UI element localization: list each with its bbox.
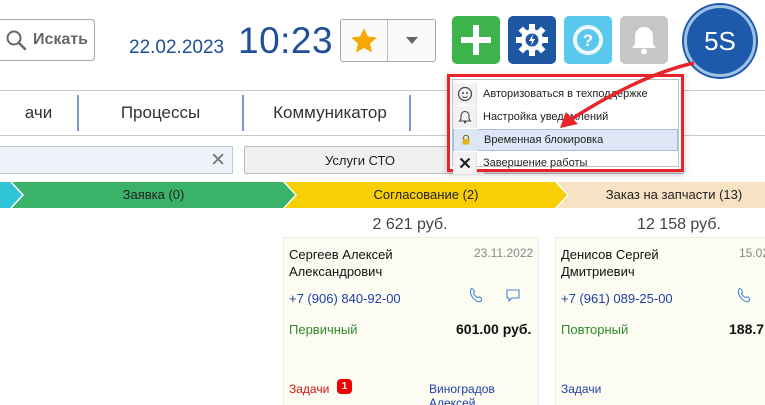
help-button[interactable]: ? — [564, 16, 612, 64]
close-icon — [453, 152, 477, 174]
menu-item-support-login[interactable]: Авторизоваться в техподдержке — [453, 83, 678, 105]
stage-amount: 12 158 руб. — [637, 216, 721, 233]
deal-card[interactable]: Денисов Сергей Дмитриевич 15.02 +7 (961)… — [555, 237, 765, 405]
sto-services-label: Услуги СТО — [324, 152, 395, 168]
client-phone[interactable]: +7 (906) 840-92-00 — [289, 291, 401, 306]
deal-sum: 188.7 — [729, 321, 765, 337]
sto-services-button[interactable]: Услуги СТО — [244, 146, 476, 174]
bell-icon — [632, 27, 656, 55]
tab-label: Коммуникатор — [273, 103, 387, 122]
gear-icon — [516, 24, 548, 56]
client-type: Повторный — [561, 322, 629, 337]
favorites-control — [340, 19, 436, 62]
client-name: Сергеев Алексей Александрович — [289, 246, 393, 280]
star-icon — [351, 27, 377, 52]
message-icon[interactable] — [505, 287, 521, 303]
favorites-dropdown[interactable] — [388, 20, 435, 61]
search-box[interactable]: Искать — [0, 19, 95, 61]
stage-amount: 2 621 руб. — [372, 216, 448, 233]
tab-label: ачи — [24, 103, 53, 122]
chevron-down-icon — [405, 36, 418, 44]
client-name-line: Денисов Сергей — [561, 247, 659, 262]
tasks-link[interactable]: Задачи — [289, 382, 329, 396]
menu-item-label: Авторизоваться в техподдержке — [483, 88, 648, 100]
add-button[interactable] — [452, 16, 500, 64]
menu-item-shutdown[interactable]: Завершение работы — [453, 152, 678, 174]
tab-label: Процессы — [120, 103, 201, 122]
menu-item-label: Временная блокировка — [484, 134, 604, 146]
stage-label: Заказ на запчасти (13) — [605, 187, 743, 202]
stage-label: Согласование (2) — [373, 187, 479, 202]
filter-input[interactable]: ✕ — [0, 146, 233, 174]
user-avatar-button[interactable]: 5S — [684, 5, 756, 77]
tab-tasks[interactable]: ачи — [0, 91, 77, 135]
deal-card[interactable]: Сергеев Алексей Александрович 23.11.2022… — [283, 237, 539, 405]
tasks-count-badge: 1 — [337, 379, 352, 394]
card-date: 15.02 — [739, 246, 765, 260]
current-time: 10:23 — [238, 20, 334, 61]
plus-icon — [461, 25, 491, 55]
search-label: Искать — [33, 31, 88, 48]
current-date: 22.02.2023 — [129, 37, 225, 58]
phone-icon[interactable] — [736, 287, 752, 303]
phone-icon[interactable] — [468, 287, 484, 303]
client-type: Первичный — [289, 322, 358, 337]
client-name-line: Дмитриевич — [561, 264, 635, 279]
svg-text:?: ? — [583, 31, 593, 50]
tab-processes[interactable]: Процессы — [79, 91, 242, 135]
lock-icon — [454, 129, 478, 151]
search-icon — [6, 30, 27, 51]
tab-communicator[interactable]: Коммуникатор — [244, 91, 416, 135]
support-icon — [453, 83, 477, 105]
client-name-line: Александрович — [289, 264, 383, 279]
favorites-button[interactable] — [341, 20, 388, 61]
clear-filter-icon[interactable]: ✕ — [210, 149, 226, 172]
menu-item-temporary-lock[interactable]: Временная блокировка — [453, 129, 678, 151]
tasks-link[interactable]: Задачи — [561, 382, 601, 396]
client-name: Денисов Сергей Дмитриевич — [561, 246, 659, 280]
stage-label: Заявка (0) — [122, 187, 185, 202]
client-phone[interactable]: +7 (961) 089-25-00 — [561, 291, 673, 306]
user-menu-list: Авторизоваться в техподдержке Настройка … — [452, 79, 679, 174]
settings-button[interactable] — [508, 16, 556, 64]
client-name-line: Сергеев Алексей — [289, 247, 393, 262]
deal-sum: 601.00 руб. — [456, 321, 532, 337]
menu-item-label: Настройка уведомлений — [483, 111, 609, 123]
menu-item-label: Завершение работы — [483, 157, 588, 169]
pipeline-stages: Заявка (0) Согласование (2) Заказ на зап… — [0, 182, 765, 208]
notifications-button[interactable] — [620, 16, 668, 64]
user-menu: Авторизоваться в техподдержке Настройка … — [447, 74, 684, 174]
card-date: 23.11.2022 — [474, 246, 534, 260]
crm-window: Искать 22.02.2023 10:23 ? 5S ачи Процесс… — [0, 0, 765, 405]
responsible-person[interactable]: Виноградов Алексей — [429, 382, 538, 405]
tab-separator — [409, 95, 411, 131]
user-initials: 5S — [704, 25, 736, 56]
help-icon: ? — [573, 25, 604, 55]
bell-icon — [453, 106, 477, 128]
menu-item-notification-settings[interactable]: Настройка уведомлений — [453, 106, 678, 128]
